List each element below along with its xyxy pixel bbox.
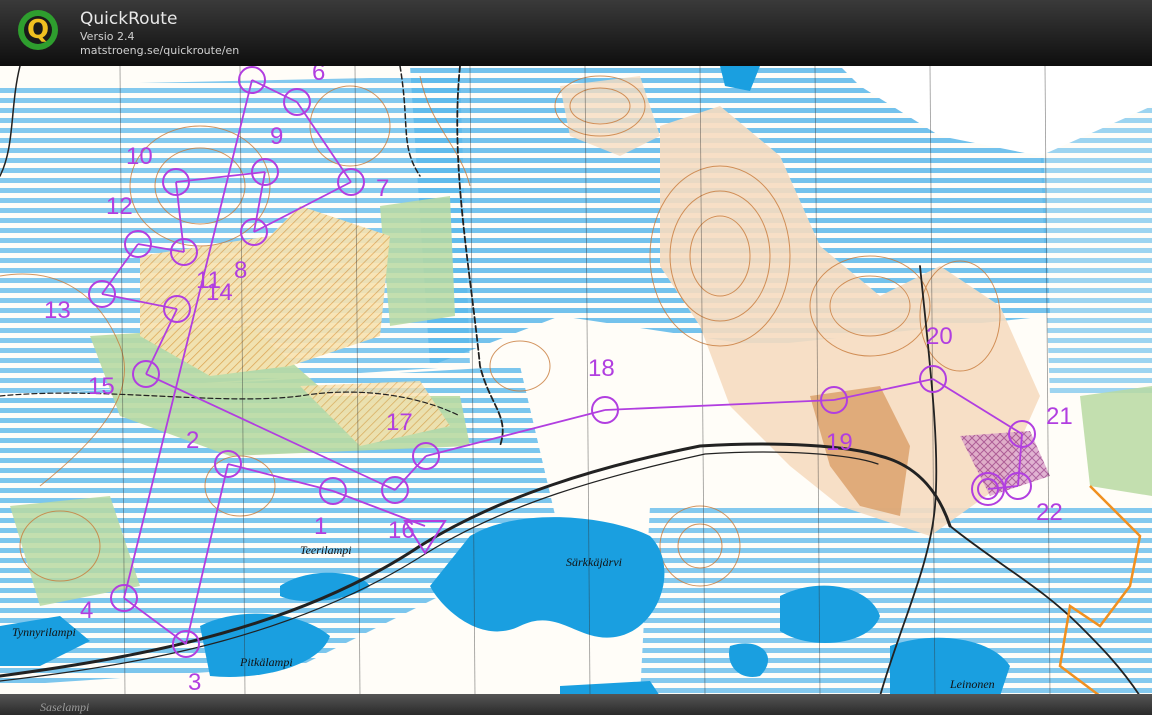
control-label-14: 14 [206,279,233,306]
control-label-18: 18 [588,355,615,382]
place-teerilampi: Teerilampi [300,543,352,557]
place-tynnyrilampi: Tynnyrilampi [12,625,76,639]
bottom-bar: Saselampi [0,694,1152,715]
control-label-4: 4 [80,597,93,624]
map-canvas[interactable]: 1 2 3 4 6 7 8 9 10 11 12 13 14 15 16 17 … [0,66,1152,696]
place-sarkkajarvi: Särkkäjärvi [566,555,622,569]
control-label-19: 19 [826,429,853,456]
control-label-15: 15 [88,373,115,400]
app-version: Versio 2.4 [80,30,135,43]
control-label-21: 21 [1046,403,1073,430]
control-label-22: 22 [1036,499,1063,526]
control-label-16: 16 [388,517,415,544]
control-label-20: 20 [926,323,953,350]
app-title: QuickRoute [80,9,178,29]
place-leinonen: Leinonen [949,677,995,691]
place-pitkalampi: Pitkälampi [239,655,293,669]
control-label-12: 12 [106,193,133,220]
control-label-6: 6 [312,66,325,86]
quickroute-logo-icon: Q [18,10,58,50]
control-label-10: 10 [126,143,153,170]
control-label-9: 9 [270,123,283,150]
control-label-1: 1 [314,513,327,540]
orienteering-map[interactable]: 1 2 3 4 6 7 8 9 10 11 12 13 14 15 16 17 … [0,66,1152,696]
place-saselampi: Saselampi [40,700,90,714]
control-label-2: 2 [186,427,199,454]
title-bar: Q QuickRoute Versio 2.4 matstroeng.se/qu… [0,0,1152,67]
control-label-8: 8 [234,257,247,284]
app-url[interactable]: matstroeng.se/quickroute/en [80,44,239,57]
control-label-17: 17 [386,409,413,436]
control-label-13: 13 [44,297,71,324]
control-label-7: 7 [376,175,389,202]
control-label-3: 3 [188,669,201,696]
logo-letter: Q [27,15,49,45]
